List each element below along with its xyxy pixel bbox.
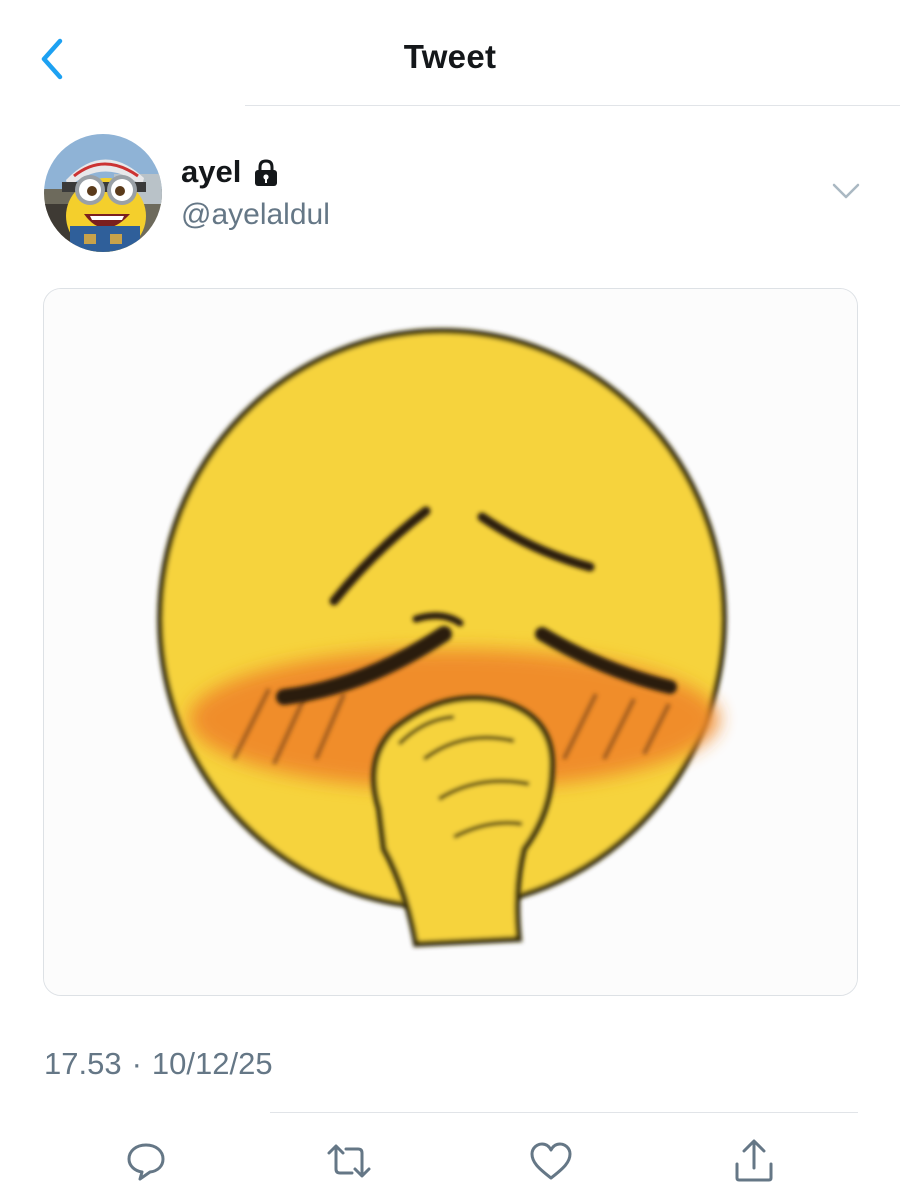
like-icon (530, 1142, 572, 1180)
timestamp-separator: · (131, 1046, 142, 1081)
retweet-icon (327, 1144, 371, 1178)
minion-avatar-image (44, 134, 162, 252)
lock-icon (251, 158, 281, 188)
page-title: Tweet (403, 38, 497, 75)
share-icon (735, 1139, 773, 1182)
top-bar: Tweet (0, 0, 900, 106)
username-handle[interactable]: @ayelaldul (181, 198, 330, 232)
display-name[interactable]: ayel (181, 154, 241, 190)
tweet-time: 17.53 (44, 1046, 122, 1081)
header-divider (245, 105, 900, 106)
reply-button[interactable] (119, 1134, 173, 1188)
avatar[interactable] (44, 134, 162, 252)
tweet-menu-button[interactable] (824, 176, 868, 206)
display-name-row: ayel (181, 154, 281, 190)
chevron-down-icon (832, 183, 860, 199)
share-button[interactable] (727, 1134, 781, 1188)
tweet-date: 10/12/25 (151, 1046, 273, 1081)
blushing-emoji-image (44, 289, 857, 995)
like-button[interactable] (524, 1134, 578, 1188)
tweet-timestamp: 17.53 · 10/12/25 (44, 1046, 273, 1082)
reply-icon (127, 1143, 165, 1181)
tweet-media[interactable] (43, 288, 858, 996)
retweet-button[interactable] (322, 1134, 376, 1188)
tweet-author: ayel @ayelaldul (44, 134, 864, 254)
actions-divider (270, 1112, 858, 1113)
